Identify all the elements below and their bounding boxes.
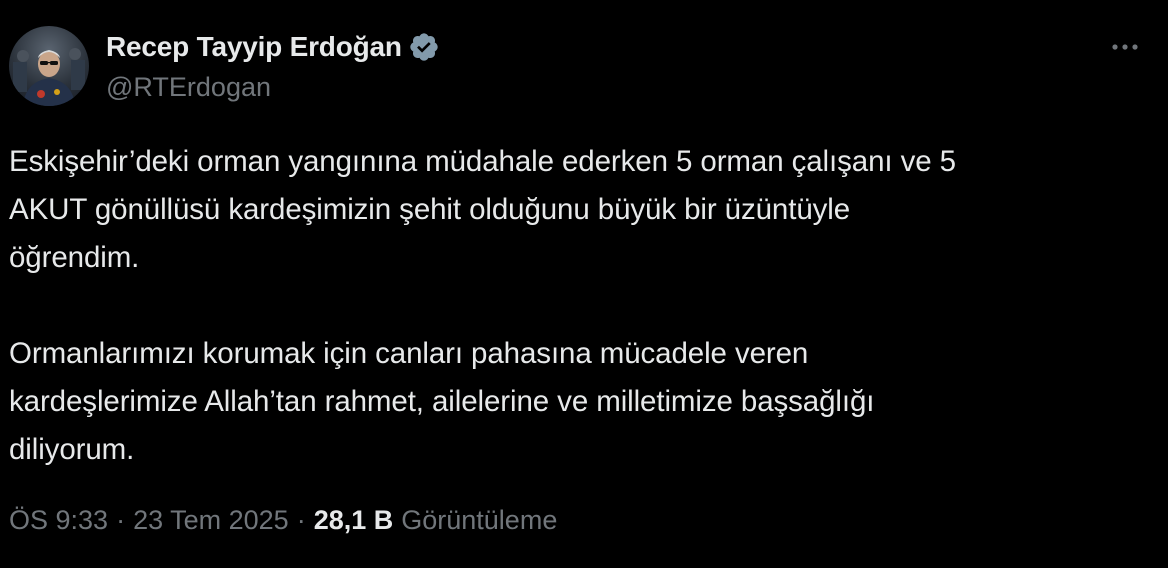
author-display-name[interactable]: Recep Tayyip Erdoğan bbox=[106, 31, 402, 63]
avatar-image bbox=[13, 48, 85, 106]
author-block: Recep Tayyip Erdoğan @RTErdogan bbox=[106, 28, 440, 103]
tweet-text: Eskişehir’deki orman yangınına müdahale … bbox=[9, 138, 1149, 474]
more-horizontal-icon[interactable] bbox=[1108, 30, 1142, 64]
author-handle[interactable]: @RTErdogan bbox=[106, 72, 440, 103]
verified-badge-icon bbox=[408, 31, 440, 63]
avatar[interactable] bbox=[9, 26, 89, 106]
tweet-paragraph: Ormanlarımızı korumak için canları pahas… bbox=[9, 337, 875, 466]
views-label[interactable]: Görüntüleme bbox=[401, 505, 557, 536]
views-count[interactable]: 28,1 B bbox=[314, 505, 394, 536]
meta-separator: · bbox=[116, 505, 126, 535]
meta-separator: · bbox=[296, 505, 306, 535]
tweet-card: Recep Tayyip Erdoğan @RTErdogan Eskişehi… bbox=[0, 0, 1168, 568]
tweet-paragraph: Eskişehir’deki orman yangınına müdahale … bbox=[9, 145, 956, 274]
tweet-time[interactable]: ÖS 9:33 bbox=[9, 505, 108, 536]
tweet-meta: ÖS 9:33 · 23 Tem 2025 · 28,1 B Görüntüle… bbox=[9, 505, 557, 536]
tweet-date[interactable]: 23 Tem 2025 bbox=[133, 505, 289, 536]
name-row: Recep Tayyip Erdoğan bbox=[106, 28, 440, 66]
